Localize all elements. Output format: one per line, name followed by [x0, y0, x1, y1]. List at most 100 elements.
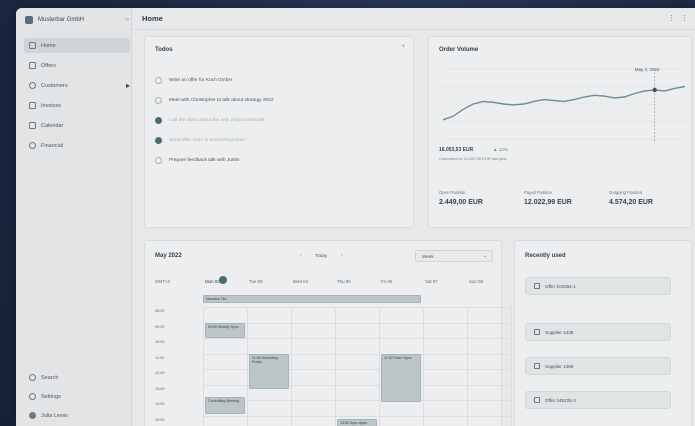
coin-icon — [29, 142, 36, 149]
kpi-payed-value: 12.022,99 EUR — [524, 199, 572, 206]
hour-label: 11:00 — [155, 355, 165, 360]
todo-item[interactable]: Send offer 1021 to accounting team — [155, 135, 245, 145]
day-header: Mon 02 — [205, 279, 220, 284]
workspace-logo-icon — [25, 16, 33, 24]
document-icon — [534, 397, 540, 403]
day-header: Fri 06 — [381, 279, 393, 284]
hour-label: 15:00 — [155, 417, 165, 422]
recent-item[interactable]: Supplier 1336 — [525, 323, 671, 341]
supplier-icon — [534, 363, 540, 369]
day-gridline — [335, 307, 336, 426]
todos-title: Todos — [155, 47, 173, 53]
recent-item-label: Offer 103264-1 — [545, 283, 576, 289]
add-todo-icon[interactable]: + — [401, 44, 405, 50]
sidebar-item-label: Invoices — [41, 102, 62, 109]
sidebar-item-search[interactable]: Search — [24, 370, 130, 385]
checkbox-checked-icon[interactable] — [155, 116, 162, 124]
calendar-event[interactable]: 15:00 Sync Apps — [337, 418, 377, 426]
recent-item[interactable]: Offer 103264-1 — [525, 277, 671, 295]
sidebar-item-invoices[interactable]: Invoices — [24, 98, 130, 113]
prev-week-icon[interactable]: ‹ — [300, 253, 302, 259]
todo-item[interactable]: Prepare feedback talk with Justin — [155, 155, 239, 165]
hour-gridline — [203, 415, 511, 417]
order-volume-change: ▲ 12% — [493, 147, 508, 152]
sidebar-item-label: Offers — [41, 62, 56, 69]
document-icon — [29, 62, 36, 69]
chart-point[interactable] — [652, 87, 657, 93]
hour-label: 09:00 — [155, 324, 165, 329]
calendar-title: May 2022 — [155, 253, 182, 259]
sidebar-item-settings[interactable]: Settings — [24, 389, 130, 404]
calendar-event[interactable]: 11:00 Team Sync — [381, 353, 421, 402]
todo-item[interactable]: Meet with Christopher to talk about stra… — [155, 95, 274, 105]
todo-text: Prepare feedback talk with Justin — [169, 157, 240, 163]
page-title: Home — [142, 14, 163, 23]
invoice-icon — [29, 102, 36, 109]
calendar-card: May 2022 ‹ Today › Week ⌄ GMT+2 Mon 02 T… — [144, 240, 512, 426]
day-gridline — [379, 307, 380, 426]
workspace-switcher[interactable]: Musterbar GmbH ‹› — [25, 13, 129, 27]
sidebar-item-offers[interactable]: Offers — [24, 58, 130, 73]
day-gridline — [203, 307, 204, 426]
hour-label: 10:00 — [155, 340, 165, 344]
recent-item[interactable]: Supplier 1366 — [525, 357, 671, 375]
todos-card: Todos + Write an offer for Koch GmbH Mee… — [144, 36, 414, 228]
checkbox-icon[interactable] — [155, 96, 162, 104]
day-gridline — [247, 307, 248, 426]
document-icon — [534, 283, 540, 289]
day-header: Tue 03 — [249, 279, 263, 284]
allday-event[interactable]: Vacation Tim — [203, 295, 421, 303]
supplier-icon — [534, 329, 540, 335]
day-header: Sun 08 — [469, 279, 483, 284]
hour-label: 08:00 — [155, 309, 165, 313]
kpi-open-label: Open Position — [439, 190, 466, 195]
recent-item[interactable]: Offer 245225-3 — [525, 391, 671, 409]
order-volume-compare: Compared to 14.022,45 EUR last year — [439, 156, 507, 161]
kpi-outgoing-label: Outgoing Position — [609, 190, 643, 195]
calendar-event[interactable]: 11:00 Workshop Rocky — [249, 353, 289, 390]
recent-item-label: Supplier 1336 — [545, 329, 574, 335]
hour-label: 12:00 — [155, 371, 165, 375]
next-week-icon[interactable]: › — [341, 253, 343, 259]
checkbox-icon[interactable] — [155, 156, 162, 164]
calendar-grid: 08:00 09:00 10:00 11:00 12:00 13:00 14:00 15:00… — [155, 307, 512, 426]
sidebar-item-label: Customers — [41, 82, 68, 89]
search-icon — [29, 374, 36, 381]
sidebar-item-home[interactable]: Home — [24, 38, 130, 53]
sidebar-item-label: Financial — [41, 142, 64, 149]
more-icon[interactable]: ⋮ — [681, 14, 688, 22]
order-volume-chart[interactable]: May 3, 2022 — [439, 63, 689, 143]
checkbox-icon[interactable] — [155, 76, 162, 84]
view-select-value: Week — [422, 254, 434, 259]
view-select[interactable]: Week ⌄ — [415, 250, 493, 262]
chart-tooltip: May 3, 2022 — [635, 67, 660, 72]
calendar-event[interactable]: Controlling Meeting — [205, 396, 245, 414]
todo-item[interactable]: Call the client about the new project es… — [155, 115, 264, 125]
workspace-name: Musterbar GmbH — [38, 17, 85, 23]
day-gridline — [511, 307, 512, 426]
sidebar-item-calendar[interactable]: Calendar — [24, 118, 130, 133]
todo-text: Meet with Christopher to talk about stra… — [169, 97, 274, 103]
header: Home ⋮ ⋮ — [132, 8, 695, 30]
chevron-collapse-icon[interactable]: ‹› — [125, 17, 129, 23]
day-header: Wed 04 — [293, 279, 309, 284]
kpi-open-value: 2.449,00 EUR — [439, 199, 483, 206]
checkbox-checked-icon[interactable] — [155, 136, 162, 144]
sidebar-item-financial[interactable]: Financial — [24, 138, 130, 153]
sidebar-item-customers[interactable]: Customers ▸ — [24, 78, 130, 93]
sidebar-item-user[interactable]: Julia Lewis — [24, 408, 130, 423]
sidebar-item-label: Julia Lewis — [41, 412, 68, 419]
sidebar-item-label: Settings — [41, 393, 61, 400]
chevron-down-icon: ⌄ — [482, 253, 487, 259]
calendar-event[interactable]: 09:00 Weekly Sync — [205, 322, 245, 338]
people-icon — [29, 82, 36, 89]
hour-gridline — [203, 322, 511, 324]
notification-icon[interactable]: ⋮ — [668, 14, 675, 22]
hour-gridline — [203, 338, 511, 339]
today-marker — [219, 276, 227, 284]
todo-item[interactable]: Write an offer for Koch GmbH — [155, 75, 232, 85]
sidebar: Musterbar GmbH ‹› Home Offers Customers … — [16, 8, 132, 426]
kpi-outgoing-value: 4.574,20 EUR — [609, 199, 653, 206]
today-button[interactable]: Today — [315, 253, 327, 258]
kpi-payed-label: Payed Position — [524, 190, 552, 195]
